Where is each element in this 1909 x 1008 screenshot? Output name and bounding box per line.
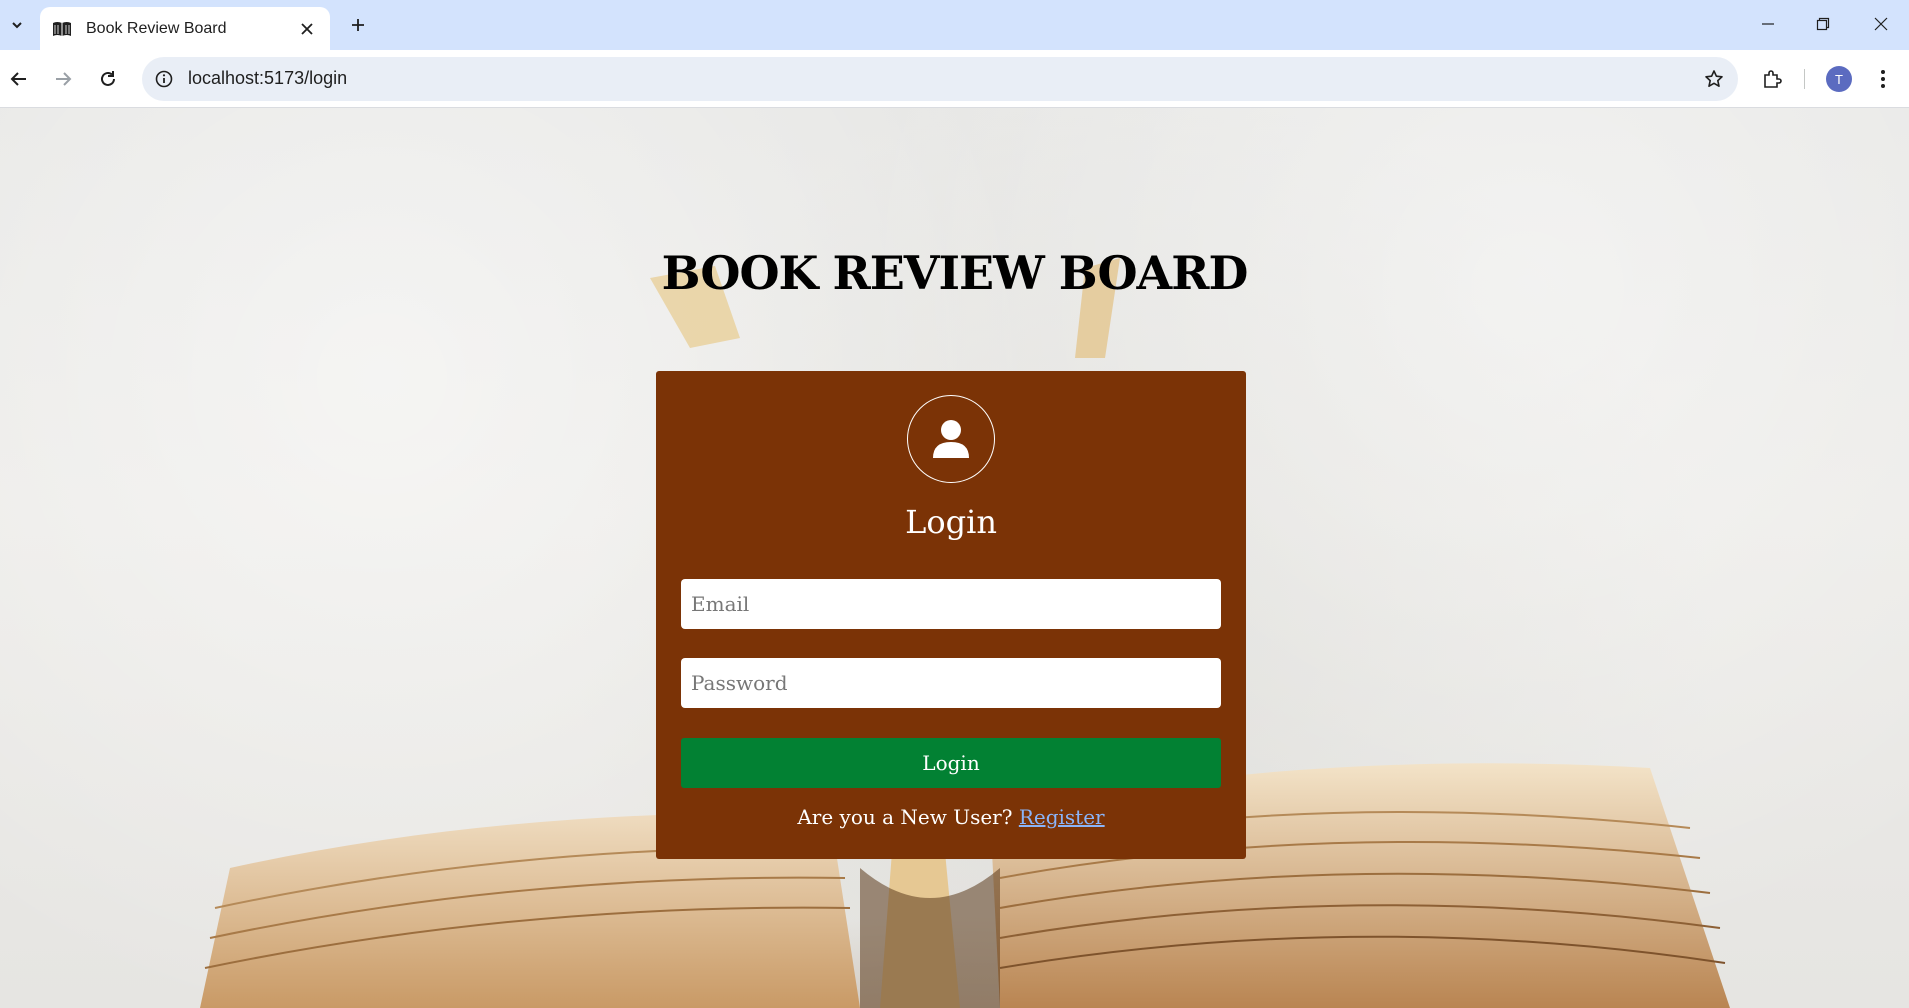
page-viewport: BOOK REVIEW BOARD Login Login Are you a … <box>0 108 1909 1008</box>
email-input[interactable] <box>681 579 1221 629</box>
browser-menu-icon[interactable] <box>1866 62 1900 96</box>
tab-search-chevron-icon[interactable] <box>4 12 30 38</box>
register-prompt: Are you a New User? Register <box>656 805 1246 829</box>
login-button[interactable]: Login <box>681 738 1221 788</box>
new-tab-plus-icon[interactable] <box>345 12 371 38</box>
new-user-text: Are you a New User? <box>797 805 1013 829</box>
tab-close-icon[interactable] <box>296 18 318 40</box>
profile-initial: T <box>1826 66 1852 92</box>
tab-title: Book Review Board <box>86 19 227 37</box>
browser-toolbar: localhost:5173/login T <box>0 50 1909 108</box>
register-link[interactable]: Register <box>1019 805 1105 829</box>
url-text: localhost:5173/login <box>188 68 348 88</box>
toolbar-separator <box>1804 69 1805 89</box>
back-arrow-icon[interactable] <box>2 62 36 96</box>
user-avatar-icon <box>907 395 995 483</box>
profile-avatar[interactable]: T <box>1822 62 1856 96</box>
site-info-icon[interactable] <box>152 67 176 91</box>
address-bar[interactable]: localhost:5173/login <box>142 57 1738 101</box>
extensions-puzzle-icon[interactable] <box>1755 62 1789 96</box>
window-close-icon[interactable] <box>1858 8 1904 40</box>
minimize-icon[interactable] <box>1745 8 1791 40</box>
reload-icon[interactable] <box>91 62 125 96</box>
bookmark-star-icon[interactable] <box>1702 67 1726 91</box>
login-title: Login <box>905 503 997 541</box>
login-card: Login Login Are you a New User? Register <box>656 371 1246 859</box>
browser-tabbar: Book Review Board <box>0 0 1909 50</box>
open-book-icon <box>52 20 72 38</box>
forward-arrow-icon[interactable] <box>46 62 80 96</box>
browser-tab[interactable]: Book Review Board <box>40 7 330 50</box>
restore-icon[interactable] <box>1800 8 1846 40</box>
page-title: BOOK REVIEW BOARD <box>661 246 1249 300</box>
password-input[interactable] <box>681 658 1221 708</box>
